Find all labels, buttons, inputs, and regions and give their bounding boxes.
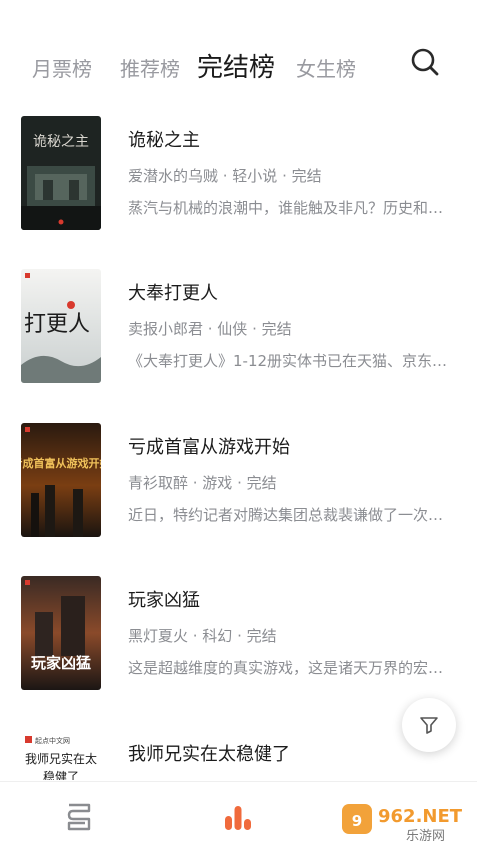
search-icon (411, 48, 439, 76)
nav-bookshelf[interactable] (62, 800, 96, 834)
book-meta: 爱潜水的乌贼 · 轻小说 · 完结 (128, 167, 322, 185)
tab-recommend[interactable]: 推荐榜 (120, 53, 180, 82)
list-item[interactable]: 玩家凶猛 玩家凶猛 黑灯夏火 · 科幻 · 完结 这是超越维度的真实游戏，这是诸… (0, 576, 477, 692)
book-meta: 卖报小郎君 · 仙侠 · 完结 (128, 320, 292, 338)
book-cover: 亏成首富从游戏开始 (21, 423, 101, 537)
nav-rank[interactable] (221, 800, 255, 834)
list-item[interactable]: 诡秘之主 诡秘之主 爱潜水的乌贼 · 轻小说 · 完结 蒸汽与机械的浪潮中，谁能… (0, 116, 477, 232)
cover-title-text: 亏成首富从游戏开始 (21, 456, 101, 470)
cover-publisher-text: 起点中文网 (35, 736, 70, 745)
book-title: 诡秘之主 (128, 130, 200, 151)
list-item[interactable]: 亏成首富从游戏开始 亏成首富从游戏开始 青衫取醉 · 游戏 · 完结 近日，特约… (0, 423, 477, 539)
filter-button[interactable] (402, 698, 456, 752)
book-meta: 黑灯夏火 · 科幻 · 完结 (128, 627, 277, 645)
tab-female[interactable]: 女生榜 (296, 53, 356, 82)
cover-title-text: 打更人 (24, 312, 90, 337)
list-item[interactable]: 打更人 大奉打更人 卖报小郎君 · 仙侠 · 完结 《大奉打更人》1-12册实体… (0, 269, 477, 385)
svg-text:9: 9 (352, 812, 362, 830)
book-title: 玩家凶猛 (128, 590, 200, 611)
book-cover: 诡秘之主 (21, 116, 101, 230)
book-list: 诡秘之主 诡秘之主 爱潜水的乌贼 · 轻小说 · 完结 蒸汽与机械的浪潮中，谁能… (0, 116, 477, 780)
book-title: 我师兄实在太稳健了 (128, 744, 290, 765)
book-meta: 青衫取醉 · 游戏 · 完结 (128, 474, 277, 492)
cover-title-text: 我师兄实在太稳健了 (24, 752, 97, 780)
watermark-brand: 962.NET (378, 806, 463, 827)
site-watermark: 9 962.NET 乐游网 (340, 800, 470, 844)
search-button[interactable] (409, 46, 441, 78)
book-title: 亏成首富从游戏开始 (128, 437, 290, 458)
bookshelf-icon (67, 803, 91, 831)
cover-title-text: 诡秘之主 (33, 134, 89, 150)
rank-tabs: 月票榜 推荐榜 完结榜 女生榜 (32, 44, 452, 88)
book-desc: 蒸汽与机械的浪潮中，谁能触及非凡？历史和黑暗的迷雾里 (128, 199, 452, 217)
filter-icon (420, 717, 438, 734)
rank-chart-icon (225, 806, 251, 830)
tab-monthly-ticket[interactable]: 月票榜 (32, 53, 92, 82)
cover-title-text: 玩家凶猛 (31, 654, 91, 672)
book-title: 大奉打更人 (128, 283, 218, 304)
book-desc: 《大奉打更人》1-12册实体书已在天猫、京东等平台上架 (128, 352, 452, 370)
book-cover: 起点中文网 我师兄实在太稳健了 (21, 730, 101, 780)
book-desc: 近日，特约记者对腾达集团总裁裴谦做了一次专访 (128, 506, 452, 524)
book-desc: 这是超越维度的真实游戏，这是诸天万界的宏大舞台 (128, 659, 452, 677)
watermark-sub: 乐游网 (406, 829, 445, 844)
book-cover: 打更人 (21, 269, 101, 383)
book-cover: 玩家凶猛 (21, 576, 101, 690)
tab-completed[interactable]: 完结榜 (197, 47, 275, 84)
